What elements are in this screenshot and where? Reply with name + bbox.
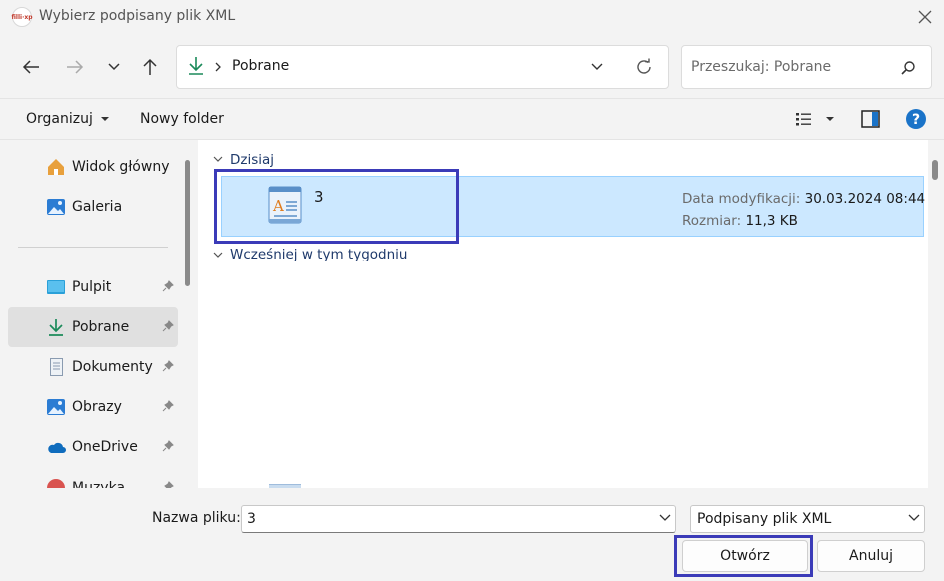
window-title: Wybierz podpisany plik XML <box>39 8 236 24</box>
pin-icon[interactable] <box>162 481 174 488</box>
sidebar-item-label: Pobrane <box>72 319 130 335</box>
chevron-down-icon[interactable] <box>908 514 920 522</box>
size-label: Rozmiar: <box>682 213 742 229</box>
breadcrumb-chevron-icon <box>215 62 221 72</box>
cancel-button[interactable]: Anuluj <box>817 540 925 572</box>
music-icon <box>46 478 66 488</box>
filename-input[interactable]: 3 <box>241 505 676 533</box>
sidebar-item-onedrive[interactable]: OneDrive <box>8 427 178 467</box>
sidebar-clip: Muzyka <box>0 472 186 488</box>
back-button[interactable] <box>16 52 46 82</box>
svg-text:?: ? <box>912 112 920 128</box>
size-value: 11,3 KB <box>745 213 798 229</box>
forward-button[interactable] <box>60 52 90 82</box>
up-button[interactable] <box>135 52 165 82</box>
group-header-clip: Wcześniej w tym tygodniu <box>230 247 630 261</box>
arrow-right-icon <box>67 60 84 74</box>
chevron-down-icon[interactable] <box>213 155 223 163</box>
recent-locations-button[interactable] <box>99 52 129 82</box>
filename-label: Nazwa pliku: <box>152 510 241 526</box>
organize-label: Organizuj <box>26 111 93 127</box>
search-icon[interactable] <box>900 60 916 76</box>
pin-icon[interactable] <box>162 400 174 412</box>
pictures-icon <box>46 397 66 417</box>
search-input[interactable]: Przeszukaj: Pobrane <box>691 59 831 75</box>
filetype-value: Podpisany plik XML <box>697 511 832 527</box>
breadcrumb-location[interactable]: Pobrane <box>232 58 289 74</box>
sidebar-item-downloads[interactable]: Pobrane <box>8 307 178 347</box>
onedrive-icon <box>46 437 66 457</box>
arrow-left-icon <box>22 60 39 74</box>
sidebar-item-gallery[interactable]: Galeria <box>8 187 178 227</box>
pin-icon[interactable] <box>162 360 174 372</box>
group-header-today[interactable]: Dzisiaj <box>230 152 274 168</box>
home-icon <box>46 157 66 177</box>
filename-value: 3 <box>247 511 256 527</box>
desktop-icon <box>46 277 66 297</box>
documents-icon <box>46 357 66 377</box>
app-logo: filli·xp <box>11 7 33 27</box>
sidebar-scrollbar[interactable] <box>185 160 190 286</box>
sidebar-item-label: Pulpit <box>72 279 112 295</box>
pin-icon[interactable] <box>162 440 174 452</box>
sidebar-item-desktop[interactable]: Pulpit <box>8 267 178 307</box>
sidebar-item-documents[interactable]: Dokumenty <box>8 347 178 387</box>
sidebar-item-music[interactable]: Muzyka <box>8 472 178 488</box>
modified-value: 30.03.2024 08:44 <box>804 191 926 207</box>
new-folder-button[interactable]: Nowy folder <box>140 111 224 127</box>
organize-menu[interactable]: Organizuj <box>26 111 110 127</box>
close-icon <box>918 10 932 24</box>
filetype-select[interactable]: Podpisany plik XML <box>690 505 925 533</box>
sidebar-item-label: Dokumenty <box>72 359 153 375</box>
sidebar-item-home[interactable]: Widok główny <box>8 147 178 187</box>
preview-pane-button[interactable] <box>861 110 880 132</box>
caret-down-icon <box>101 117 110 121</box>
download-icon <box>189 57 203 75</box>
file-modified: Data modyfikacji: 30.03.2024 08:44 <box>682 191 925 207</box>
close-button[interactable] <box>912 5 938 29</box>
details-view-icon <box>796 113 811 126</box>
help-icon: ? <box>906 109 926 129</box>
pin-icon[interactable] <box>162 280 174 292</box>
chevron-down-icon <box>591 63 603 70</box>
modified-label: Data modyfikacji: <box>682 191 801 207</box>
refresh-button[interactable] <box>629 52 659 82</box>
highlight-box-open <box>674 535 813 577</box>
content-scrollbar[interactable] <box>932 160 938 180</box>
caret-down-icon <box>826 117 834 121</box>
pin-icon[interactable] <box>162 320 174 332</box>
refresh-icon <box>637 58 651 74</box>
group-header-this-week[interactable]: Wcześniej w tym tygodniu <box>230 247 630 261</box>
sidebar-divider <box>18 247 168 248</box>
arrow-up-icon <box>143 58 157 75</box>
chevron-down-icon[interactable] <box>659 514 671 522</box>
sidebar-item-label: OneDrive <box>72 439 138 455</box>
download-icon <box>46 317 66 337</box>
sidebar-item-label: Widok główny <box>72 159 170 175</box>
chevron-down-icon[interactable] <box>213 251 223 259</box>
preview-pane-icon <box>861 110 880 128</box>
sidebar-item-label: Muzyka <box>72 480 126 488</box>
sidebar-item-pictures[interactable]: Obrazy <box>8 387 178 427</box>
help-button[interactable]: ? <box>906 109 926 133</box>
chevron-down-icon <box>108 63 120 71</box>
sidebar-item-label: Galeria <box>72 199 123 215</box>
gallery-icon <box>46 197 66 217</box>
address-history-button[interactable] <box>582 52 612 82</box>
highlight-box-file <box>214 169 459 244</box>
view-options-button[interactable] <box>795 111 839 129</box>
file-size: Rozmiar: 11,3 KB <box>682 213 798 229</box>
sidebar-item-label: Obrazy <box>72 399 122 415</box>
